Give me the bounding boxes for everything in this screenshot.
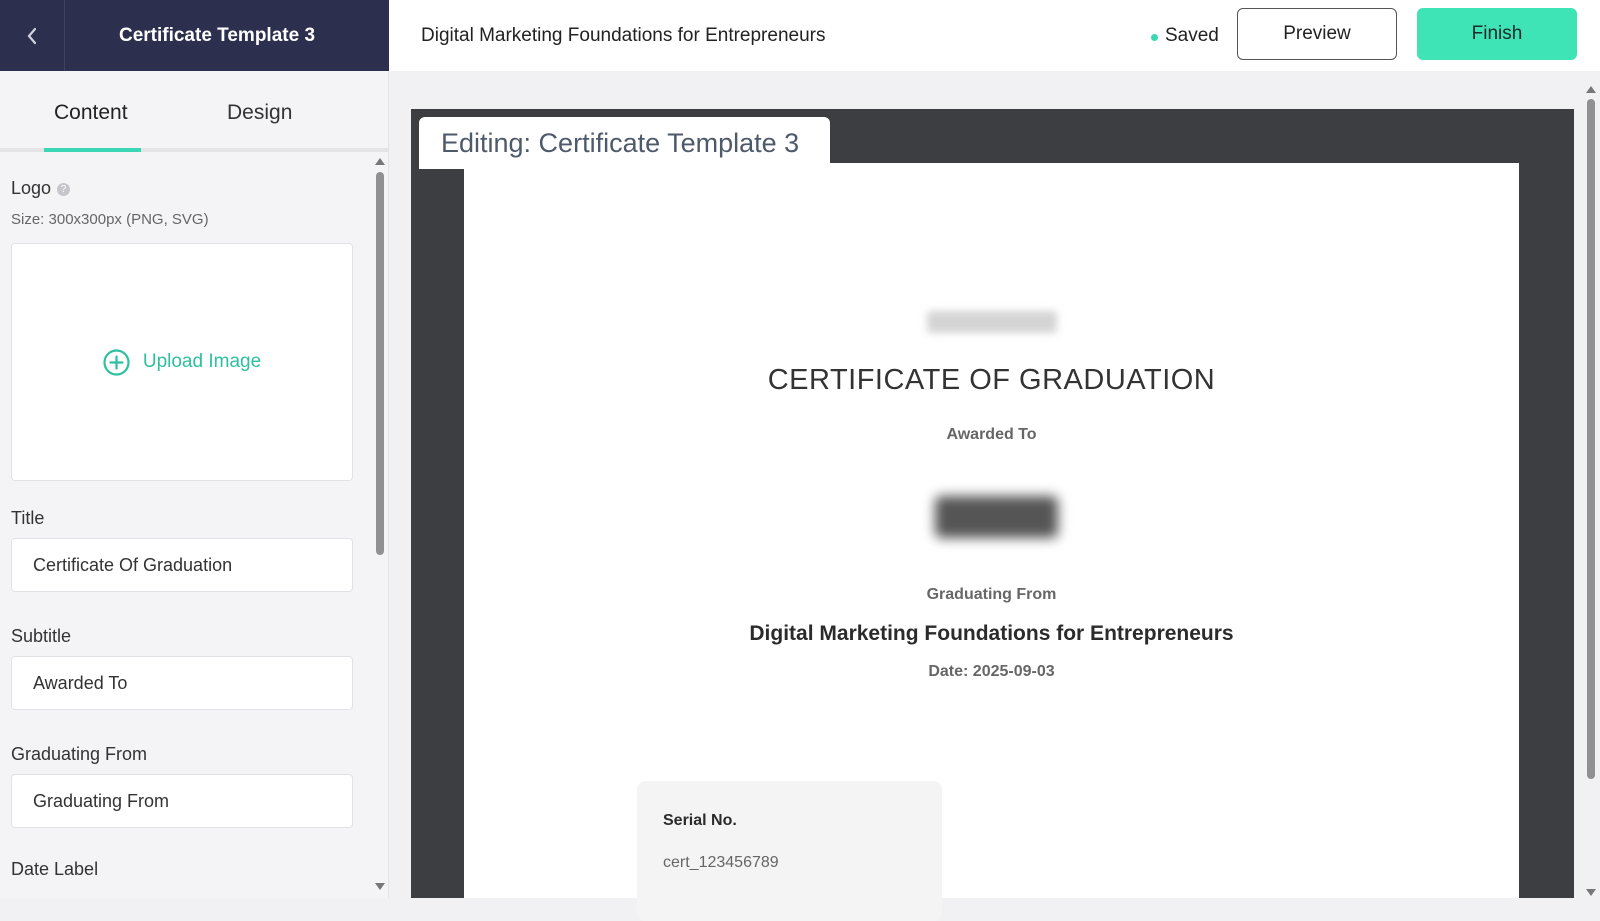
sidebar: Content Design Logo? Size: 300x300px (PN… bbox=[0, 71, 389, 898]
preview-button[interactable]: Preview bbox=[1237, 8, 1397, 60]
subtitle-input[interactable]: Awarded To bbox=[11, 656, 353, 710]
back-button[interactable] bbox=[0, 0, 65, 71]
upload-image-label: Upload Image bbox=[142, 351, 262, 372]
template-name: Certificate Template 3 bbox=[118, 24, 316, 46]
course-title: Digital Marketing Foundations for Entrep… bbox=[421, 24, 826, 46]
sidebar-scroll-thumb[interactable] bbox=[376, 172, 384, 555]
serial-value: cert_123456789 bbox=[663, 854, 779, 871]
certificate-title: CERTIFICATE OF GRADUATION bbox=[767, 364, 1216, 396]
tab-content[interactable]: Content bbox=[54, 101, 128, 125]
scroll-down-arrow-icon[interactable] bbox=[375, 883, 385, 890]
logo-upload-area[interactable]: Upload Image bbox=[11, 243, 353, 481]
graduating-from-label: Graduating From bbox=[11, 744, 148, 764]
title-label: Title bbox=[11, 508, 45, 528]
plus-circle-icon bbox=[103, 348, 130, 376]
blurred-recipient-name bbox=[935, 496, 1058, 538]
main-scroll-thumb[interactable] bbox=[1587, 99, 1595, 779]
certificate-date: Date: 2025-09-03 bbox=[928, 663, 1055, 680]
top-bar: Digital Marketing Foundations for Entrep… bbox=[389, 0, 1600, 71]
tab-design[interactable]: Design bbox=[227, 101, 292, 125]
logo-size-hint: Size: 300x300px (PNG, SVG) bbox=[11, 211, 209, 228]
graduating-from-input[interactable]: Graduating From bbox=[11, 774, 353, 828]
certificate-preview: CERTIFICATE OF GRADUATION Awarded To Gra… bbox=[464, 163, 1519, 921]
scroll-up-arrow-icon[interactable] bbox=[375, 158, 385, 165]
main-scrollbar[interactable] bbox=[1582, 83, 1600, 898]
main-scroll-down-arrow-icon[interactable] bbox=[1586, 889, 1596, 896]
serial-card: Serial No. cert_123456789 bbox=[637, 781, 942, 921]
main-scroll-up-arrow-icon[interactable] bbox=[1586, 86, 1596, 93]
save-status-label: Saved bbox=[1165, 24, 1219, 46]
status-dot-icon bbox=[1151, 33, 1158, 41]
sidebar-scrollbar[interactable] bbox=[371, 156, 389, 898]
certificate-course-name: Digital Marketing Foundations for Entrep… bbox=[749, 622, 1234, 645]
certificate-canvas: Editing: Certificate Template 3 CERTIFIC… bbox=[411, 109, 1574, 921]
logo-label-text: Logo bbox=[11, 178, 52, 198]
logo-label: Logo? bbox=[11, 178, 71, 199]
save-status: Saved bbox=[1151, 25, 1219, 47]
active-tab-indicator bbox=[44, 148, 141, 152]
blurred-logo bbox=[927, 311, 1057, 333]
finish-button[interactable]: Finish bbox=[1417, 8, 1577, 60]
certificate-subtitle: Awarded To bbox=[946, 426, 1037, 443]
chevron-left-icon bbox=[27, 27, 37, 44]
certificate-graduating-from: Graduating From bbox=[926, 586, 1057, 603]
editing-label: Editing: Certificate Template 3 bbox=[419, 117, 830, 169]
tab-bar: Content Design bbox=[0, 71, 388, 152]
date-label-label: Date Label bbox=[11, 859, 99, 879]
subtitle-label: Subtitle bbox=[11, 626, 72, 646]
content-form: Logo? Size: 300x300px (PNG, SVG) Upload … bbox=[0, 156, 371, 898]
serial-label: Serial No. bbox=[663, 812, 737, 829]
sidebar-header: Certificate Template 3 bbox=[0, 0, 389, 71]
help-icon[interactable]: ? bbox=[57, 183, 71, 196]
title-input[interactable]: Certificate Of Graduation bbox=[11, 538, 353, 592]
